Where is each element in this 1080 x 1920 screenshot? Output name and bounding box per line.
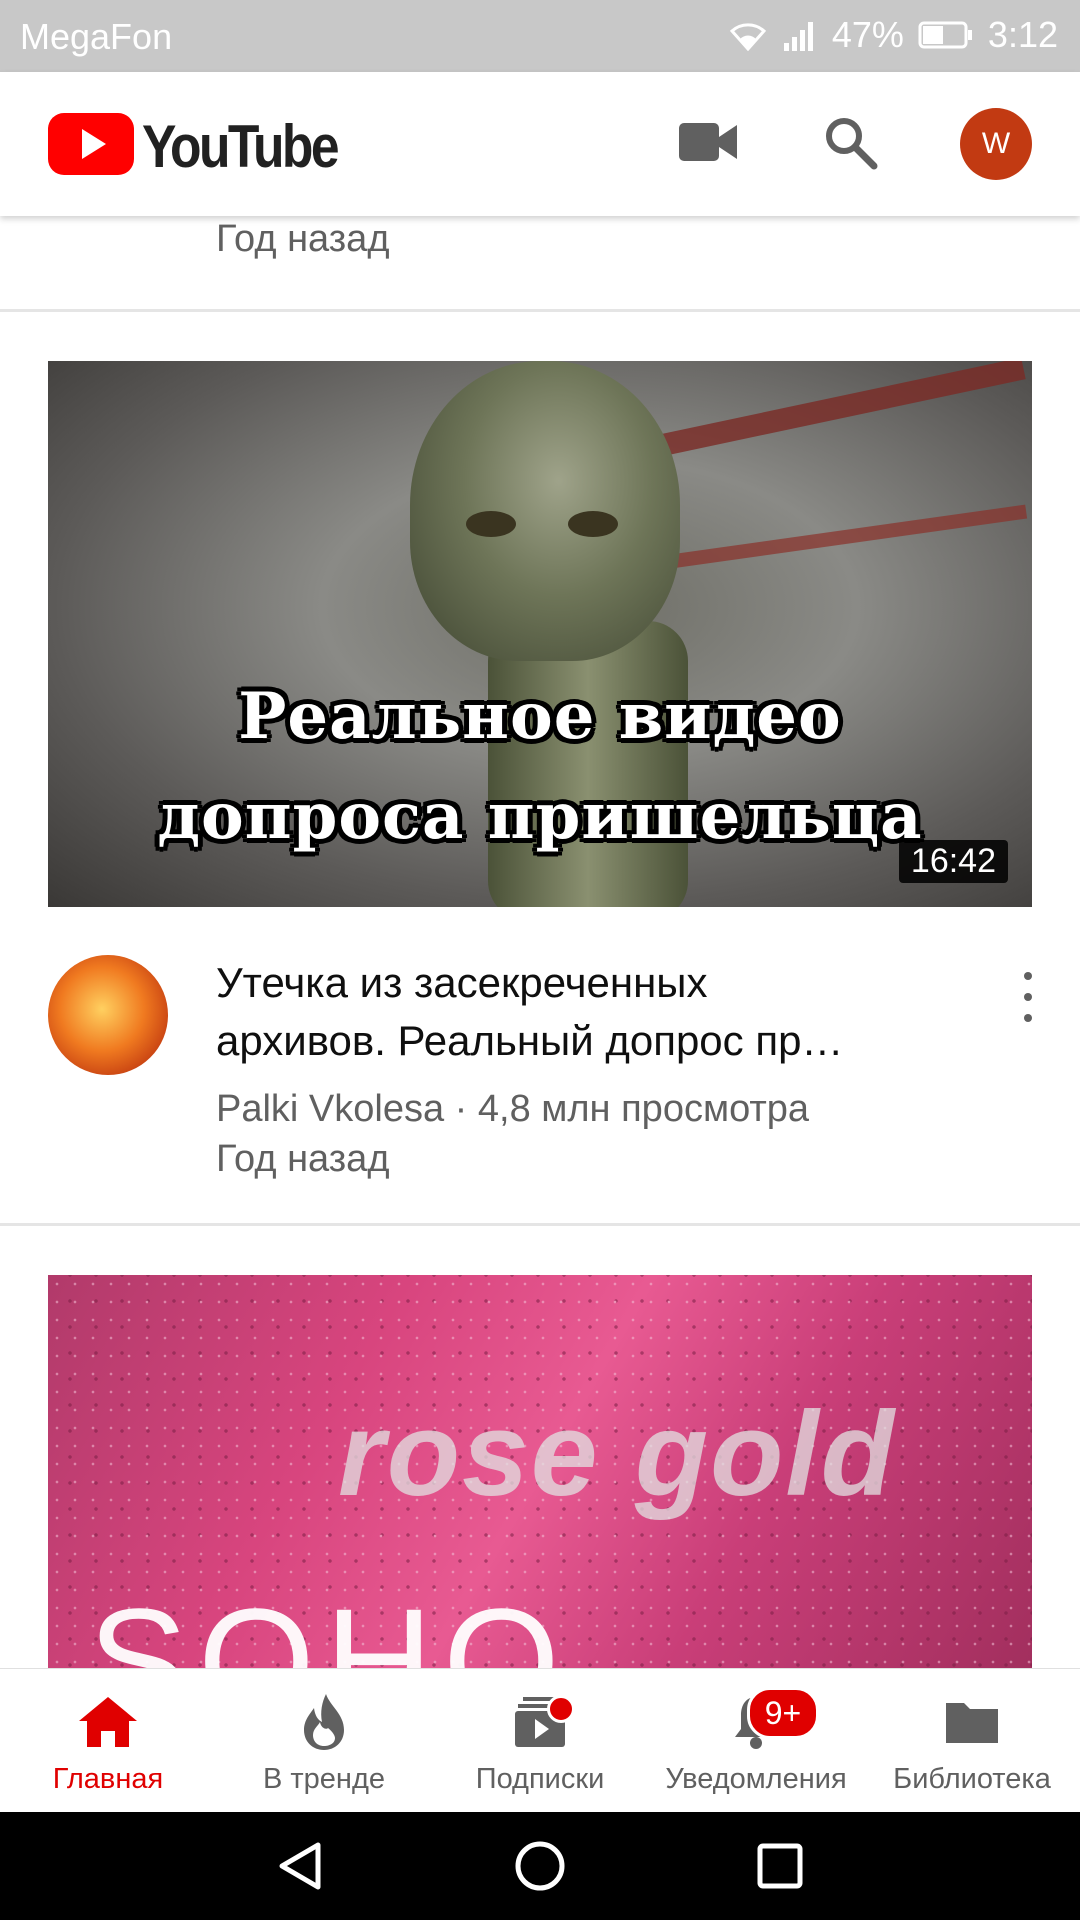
search-icon — [822, 114, 878, 175]
channel-and-views: Palki Vkolesa · 4,8 млн просмотра — [216, 1088, 810, 1130]
alien-eye — [466, 511, 516, 537]
thumbnail-decor — [610, 361, 1026, 467]
status-bar: MegaFon 47% 3:12 — [0, 0, 1080, 72]
divider — [0, 1223, 1080, 1226]
nav-label: Главная — [52, 1763, 164, 1795]
alien-figure — [410, 361, 680, 661]
nav-subscriptions[interactable]: Подписки — [432, 1669, 648, 1813]
nav-label: Уведомления — [665, 1763, 847, 1795]
video-title-line1: Утечка из засекреченных — [216, 959, 708, 1006]
thumbnail-text-rose-gold: rose gold — [338, 1387, 897, 1521]
battery-percent: 47% — [831, 14, 904, 55]
thumbnail-caption-line2: допроса пришельца — [157, 779, 923, 854]
nav-library[interactable]: Библиотека — [864, 1669, 1080, 1813]
next-video-thumbnail[interactable]: rose gold SOHO — [48, 1275, 1032, 1668]
recents-square-icon[interactable] — [750, 1836, 810, 1896]
video-age: Год назад — [216, 1138, 390, 1180]
upload-video-button[interactable] — [668, 104, 748, 184]
battery-icon — [918, 20, 974, 50]
youtube-play-icon — [48, 113, 134, 180]
account-avatar[interactable]: W — [960, 108, 1032, 180]
wifi-icon — [728, 19, 768, 51]
video-title-line2: архивов. Реальный допрос пр… — [216, 1017, 844, 1064]
previous-video-age: Год назад — [216, 218, 390, 260]
system-navigation-bar — [0, 1812, 1080, 1920]
thumbnail-text-soho: SOHO — [88, 1577, 570, 1668]
nav-trending[interactable]: В тренде — [216, 1669, 432, 1813]
video-duration: 16:42 — [898, 840, 1008, 883]
channel-avatar[interactable] — [48, 955, 168, 1075]
bottom-navigation: Главная В тренде Подписки 9+ Уведомления — [0, 1668, 1080, 1813]
search-button[interactable] — [810, 104, 890, 184]
home-icon — [77, 1695, 139, 1754]
more-options-icon[interactable] — [1008, 972, 1048, 1022]
trending-flame-icon — [300, 1692, 348, 1757]
home-circle-icon[interactable] — [510, 1836, 570, 1896]
thumbnail-caption-line1: Реальное видео — [238, 679, 842, 754]
nav-label: В тренде — [262, 1763, 385, 1795]
carrier-label: MegaFon — [20, 16, 173, 57]
clock: 3:12 — [987, 14, 1058, 55]
video-metadata: Palki Vkolesa · 4,8 млн просмотра Год на… — [216, 1084, 809, 1184]
back-icon[interactable] — [270, 1836, 330, 1896]
video-camera-icon — [679, 121, 737, 168]
library-folder-icon — [944, 1699, 1000, 1750]
nav-notifications[interactable]: 9+ Уведомления — [648, 1669, 864, 1813]
video-title[interactable]: Утечка из засекреченных архивов. Реальны… — [216, 954, 956, 1070]
logo-wordmark: YouTube — [142, 113, 340, 180]
nav-label: Библиотека — [893, 1763, 1051, 1795]
youtube-logo[interactable]: YouTube — [48, 112, 369, 181]
status-icons: 47% 3:12 — [728, 14, 1058, 56]
signal-icon — [782, 19, 818, 51]
nav-label: Подписки — [475, 1763, 605, 1795]
alien-figure — [488, 621, 688, 907]
video-thumbnail[interactable]: Реальное видео допроса пришельца 16:42 — [48, 361, 1032, 907]
thumbnail-decor — [648, 504, 1028, 572]
app-header: YouTube W — [0, 72, 1080, 216]
notification-badge: 9+ — [747, 1687, 819, 1739]
divider — [0, 309, 1080, 312]
nav-home[interactable]: Главная — [0, 1669, 216, 1813]
alien-eye — [568, 511, 618, 537]
new-content-dot — [547, 1695, 575, 1723]
